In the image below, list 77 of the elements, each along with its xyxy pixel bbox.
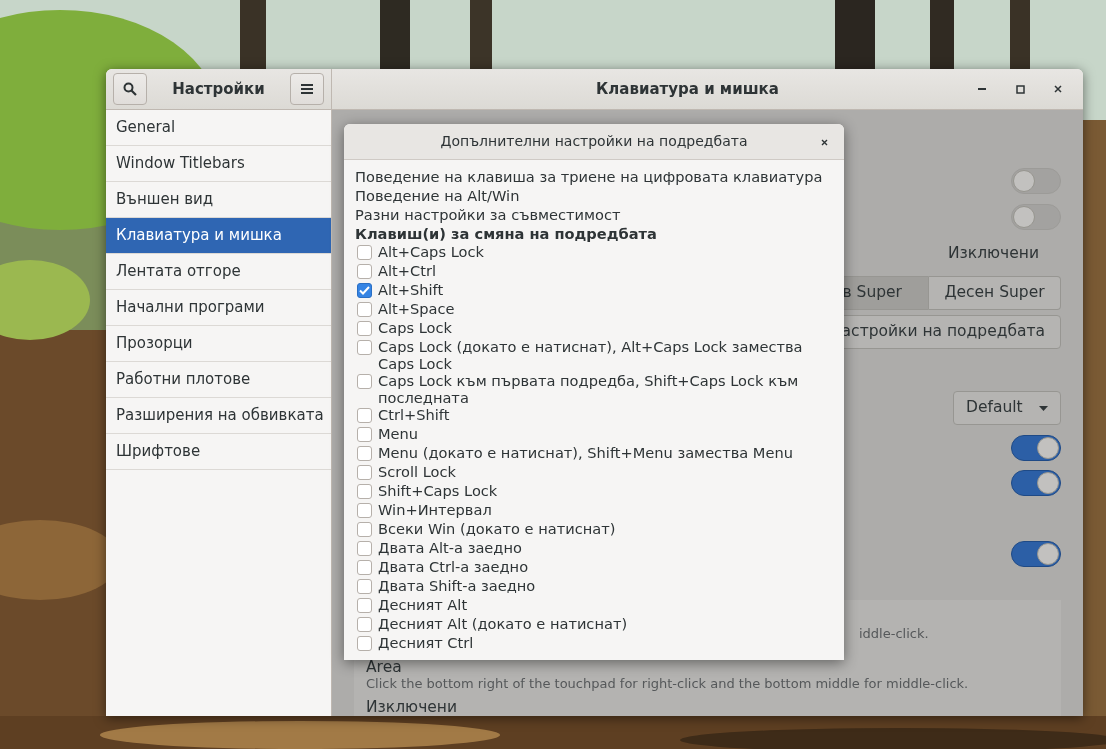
close-icon — [820, 138, 828, 146]
option-label: Alt+Shift — [378, 281, 444, 298]
dropdown[interactable]: Default — [953, 391, 1061, 425]
checkbox[interactable] — [357, 560, 372, 575]
checkbox[interactable] — [357, 408, 372, 423]
option-label: Ctrl+Shift — [378, 406, 450, 423]
checkbox[interactable] — [357, 374, 372, 389]
sidebar-item[interactable]: Начални програми — [106, 290, 331, 326]
option-label: Caps Lock — [378, 319, 452, 336]
toggle-switch[interactable] — [1011, 470, 1061, 496]
checkbox[interactable] — [357, 264, 372, 279]
checkbox[interactable] — [357, 245, 372, 260]
option-label: Menu — [378, 425, 419, 442]
section-label[interactable]: Поведение на клавиша за триене на цифровата клавиатура — [355, 167, 836, 186]
sidebar-item[interactable]: Клавиатура и мишка — [106, 218, 331, 254]
toggle-switch[interactable] — [1011, 204, 1061, 230]
checkbox[interactable] — [357, 340, 372, 355]
checkbox[interactable] — [357, 522, 372, 537]
caret-icon — [1039, 405, 1048, 411]
checkbox[interactable] — [357, 503, 372, 518]
search-button[interactable] — [113, 73, 147, 105]
sidebar-item[interactable]: Шрифтове — [106, 434, 331, 470]
option-label: Caps Lock към първата подредба, Shift+Caps Lock към последната — [378, 372, 800, 406]
option-label: Двата Ctrl-а заедно — [378, 558, 529, 575]
checkbox[interactable] — [357, 598, 372, 613]
toggle-switch[interactable] — [1011, 541, 1061, 567]
menu-icon — [301, 84, 313, 94]
sidebar-item[interactable]: Window Titlebars — [106, 146, 331, 182]
option-label: Десният Ctrl — [378, 634, 474, 651]
option-label: Десният Alt (докато е натиснат) — [378, 615, 628, 632]
checkbox[interactable] — [357, 636, 372, 651]
section-label[interactable]: Разни настройки за съвместимост — [355, 205, 836, 224]
option-description: Click the bottom right of the touchpad for right-click and the bottom middle for middle-click. — [366, 676, 970, 692]
option-label: Всеки Win (докато е натиснат) — [378, 520, 616, 537]
sidebar-item[interactable]: Разширения на обвивката — [106, 398, 331, 434]
checkbox[interactable] — [357, 321, 372, 336]
checkbox[interactable] — [357, 579, 372, 594]
search-icon — [123, 82, 137, 96]
maximize-icon — [1015, 84, 1025, 94]
option-label: Caps Lock (докато е натиснат), Alt+Caps Lock замества Caps Lock — [378, 338, 804, 372]
dialog-title: Допълнителни настройки на подредбата — [440, 132, 748, 151]
checkbox[interactable] — [357, 617, 372, 632]
section-heading: Клавиш(и) за смяна на подредбата — [355, 224, 658, 243]
window-title: Клавиатура и мишка — [595, 78, 780, 100]
close-icon — [1054, 85, 1062, 93]
option-label: Alt+Caps Lock — [378, 243, 484, 260]
option-label: Двата Alt-а заедно — [378, 539, 522, 556]
option-label: Alt+Space — [378, 300, 455, 317]
option-label: Shift+Caps Lock — [378, 482, 498, 499]
sidebar-item[interactable]: General — [106, 110, 331, 146]
checkbox[interactable] — [357, 302, 372, 317]
sidebar-item[interactable]: Лентата отгоре — [106, 254, 331, 290]
toggle-switch[interactable] — [1011, 435, 1061, 461]
option-label: Десният Alt — [378, 596, 468, 613]
sidebar-item[interactable]: Прозорци — [106, 326, 331, 362]
toggle-switch[interactable] — [1011, 168, 1061, 194]
checkbox[interactable] — [357, 427, 372, 442]
option-label: Win+Интервал — [378, 501, 492, 518]
option-label: Menu (докато е натиснат), Shift+Menu замества Menu — [378, 444, 793, 461]
menu-button[interactable] — [290, 73, 324, 105]
option-title: Area — [366, 658, 403, 676]
option-label: Двата Shift-а заедно — [378, 577, 536, 594]
sidebar-item[interactable]: Работни плотове — [106, 362, 331, 398]
option-label: Alt+Ctrl — [378, 262, 436, 279]
value-label: Изключени — [947, 243, 1040, 265]
checkbox[interactable] — [357, 484, 372, 499]
checkbox[interactable] — [357, 541, 372, 556]
option-description: iddle-click. — [858, 626, 930, 642]
option-title: Изключени — [366, 698, 459, 716]
checkbox[interactable] — [357, 446, 372, 461]
section-label[interactable]: Поведение на Alt/Win — [355, 186, 836, 205]
minimize-icon — [978, 88, 986, 90]
checkbox[interactable] — [357, 465, 372, 480]
checkbox[interactable] — [357, 283, 372, 298]
option-label: Scroll Lock — [378, 463, 456, 480]
app-title: Настройки — [172, 78, 265, 100]
segment-button[interactable]: Десен Super — [929, 276, 1061, 310]
